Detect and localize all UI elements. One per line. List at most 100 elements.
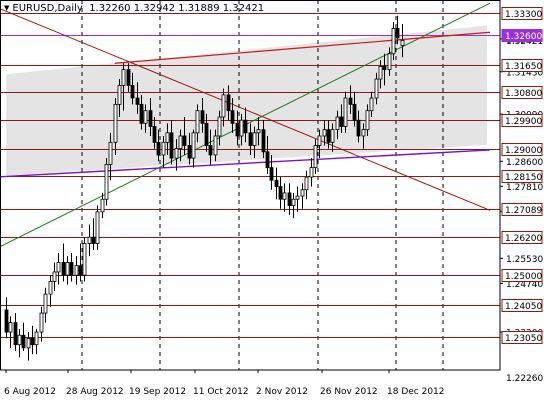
bearish-candle — [21, 334, 26, 349]
level-price-label: 1.30800 — [505, 89, 542, 99]
bearish-candle — [326, 129, 331, 143]
bullish-candle — [74, 265, 79, 276]
bearish-candle — [278, 186, 283, 200]
bearish-candle — [156, 141, 161, 156]
chart-header: ▼ EURUSD,Daily 1.32260 1.32942 1.31889 1.… — [4, 3, 264, 14]
bullish-candle — [117, 84, 122, 105]
bullish-candle — [213, 135, 218, 156]
bullish-candle — [217, 116, 222, 137]
x-tick-label: 11 Oct 2012 — [193, 387, 249, 397]
bullish-candle — [322, 129, 327, 137]
bearish-candle — [265, 151, 270, 169]
bearish-candle — [248, 132, 253, 146]
level-price-label: 1.31650 — [505, 62, 542, 72]
bearish-candle — [169, 132, 174, 159]
y-tick-label: 1.22260 — [506, 374, 543, 384]
bullish-candle — [239, 119, 244, 137]
bearish-candle — [235, 122, 240, 137]
bearish-candle — [152, 126, 157, 143]
bullish-candle — [43, 293, 48, 314]
price-chart[interactable]: 1.232001.247401.255301.270201.278101.286… — [0, 0, 544, 402]
level-price-label: 1.29900 — [505, 117, 542, 127]
bullish-candle — [65, 262, 70, 276]
bearish-candle — [13, 322, 18, 346]
bearish-candle — [352, 103, 357, 121]
bearish-candle — [348, 97, 353, 105]
bearish-candle — [243, 119, 248, 134]
level-price-label: 1.27089 — [505, 206, 542, 216]
bullish-candle — [343, 97, 348, 127]
bearish-candle — [148, 110, 153, 127]
bearish-candle — [139, 103, 144, 124]
bullish-candle — [365, 110, 370, 131]
bullish-candle — [8, 322, 13, 333]
bearish-candle — [230, 110, 235, 124]
bullish-candle — [256, 129, 261, 134]
bullish-candle — [361, 129, 366, 137]
bullish-candle — [52, 271, 57, 282]
bullish-candle — [335, 116, 340, 131]
bullish-candle — [48, 281, 53, 295]
bearish-candle — [261, 129, 266, 153]
symbol-timeframe: EURUSD,Daily — [12, 3, 83, 14]
bullish-candle — [317, 135, 322, 146]
bearish-candle — [226, 94, 231, 112]
bullish-candle — [17, 334, 22, 346]
bearish-candle — [382, 66, 387, 70]
bullish-candle — [95, 211, 100, 244]
bearish-candle — [69, 262, 74, 276]
bearish-candle — [200, 110, 205, 124]
bullish-candle — [174, 148, 179, 159]
bearish-candle — [182, 135, 187, 146]
bullish-candle — [108, 141, 113, 165]
bearish-candle — [356, 119, 361, 137]
bearish-candle — [287, 192, 292, 206]
level-price-label: 1.32600 — [505, 32, 542, 42]
y-tick-label: 1.25530 — [506, 255, 543, 265]
bullish-candle — [295, 195, 300, 200]
bearish-candle — [126, 69, 131, 86]
bullish-candle — [400, 40, 405, 46]
bullish-candle — [282, 192, 287, 200]
x-tick-label: 26 Nov 2012 — [320, 387, 378, 397]
bullish-candle — [387, 53, 392, 70]
bearish-candle — [130, 84, 135, 99]
bullish-candle — [221, 94, 226, 118]
bullish-candle — [82, 243, 87, 276]
bearish-candle — [204, 122, 209, 146]
bullish-candle — [178, 135, 183, 150]
bullish-candle — [391, 28, 396, 55]
bullish-candle — [304, 176, 309, 191]
bullish-candle — [143, 110, 148, 124]
bullish-candle — [195, 110, 200, 134]
bullish-candle — [369, 97, 374, 112]
bullish-candle — [87, 236, 92, 244]
bullish-candle — [34, 331, 39, 346]
bearish-candle — [4, 309, 9, 333]
bullish-candle — [39, 312, 44, 333]
bullish-candle — [378, 66, 383, 80]
bearish-candle — [274, 179, 279, 187]
bearish-candle — [78, 265, 83, 276]
bullish-candle — [121, 69, 126, 86]
ohlc-readout: 1.32260 1.32942 1.31889 1.32421 — [89, 3, 265, 14]
bullish-candle — [100, 198, 105, 213]
bullish-candle — [26, 337, 31, 349]
level-price-label: 1.33300 — [505, 10, 542, 20]
triangle-down-icon: ▼ — [4, 4, 10, 12]
bullish-candle — [165, 132, 170, 143]
bullish-candle — [113, 103, 118, 143]
bullish-candle — [252, 132, 257, 146]
bearish-candle — [395, 28, 400, 39]
bearish-candle — [30, 337, 35, 346]
level-price-label: 1.28150 — [505, 173, 542, 183]
bearish-candle — [187, 145, 192, 159]
bullish-candle — [309, 167, 314, 178]
bullish-candle — [330, 129, 335, 143]
level-price-label: 1.29000 — [505, 146, 542, 156]
bullish-candle — [291, 198, 296, 206]
y-tick-label: 1.28600 — [506, 158, 543, 168]
x-tick-label: 28 Aug 2012 — [66, 387, 124, 397]
bearish-candle — [208, 145, 213, 156]
x-tick-label: 6 Aug 2012 — [4, 387, 56, 397]
